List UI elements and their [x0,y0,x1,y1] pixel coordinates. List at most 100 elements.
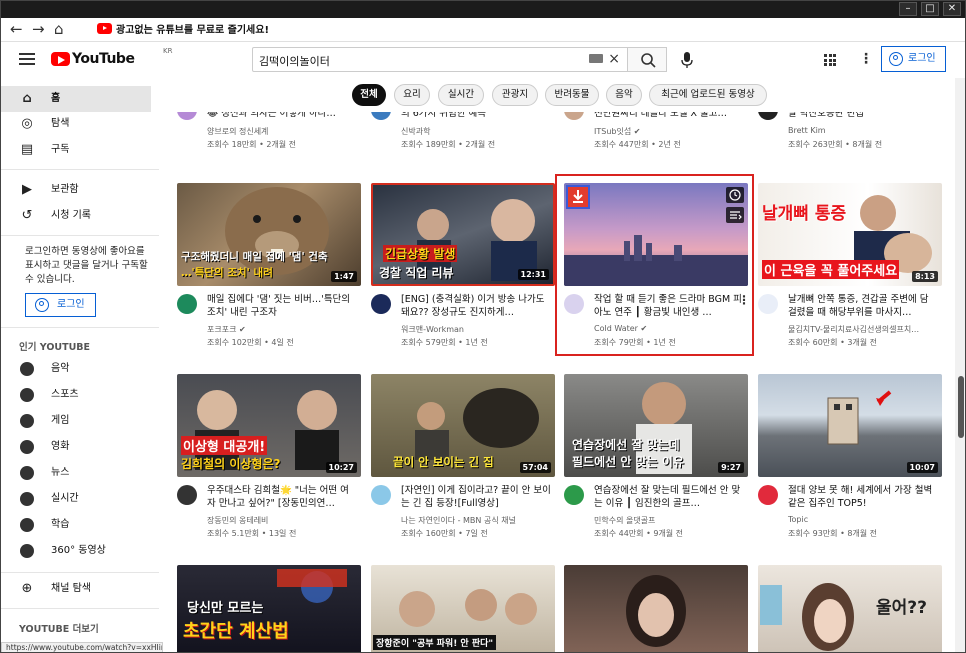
sidebar-item-sports[interactable]: 스포츠 [1,382,151,408]
minimize-button[interactable]: – [899,2,917,16]
channel-name[interactable]: 물김치TV-물리치료사김선생의셀프치… [788,324,919,335]
video-title[interactable]: 의 6가지 위험한 예측 [401,112,551,120]
sidebar-item-360[interactable]: 360° 동영상 [1,538,151,564]
chip-recently-uploaded[interactable]: 최근에 업로드된 동영상 [649,84,767,106]
video-thumbnail[interactable]: 이상형 대공개! 김희철의 이상형은? 10:27 [177,374,361,477]
channel-name[interactable]: 양브로의 정신세계 [207,126,268,137]
plus-circle-icon: ⊕ [21,581,33,596]
maximize-button[interactable]: □ [921,2,939,16]
channel-name[interactable]: 장동민의 옹테레비 [207,515,268,526]
video-thumbnail[interactable]: 긴급상황 발생 경찰 직업 리뷰 12:31 [371,183,555,286]
channel-name[interactable]: 나는 자연인이다 - MBN 공식 채널 [401,515,516,526]
clear-icon[interactable]: × [608,51,620,67]
thumbnail-caption: 이 근육을 꼭 풀어주세요 [762,260,900,279]
menu-icon[interactable] [19,53,35,65]
video-title[interactable]: 😂 정신과 의사는 어떻게 하나… [207,112,357,120]
channel-avatar[interactable] [177,112,197,120]
channel-name[interactable]: 포크포크 ✔ [207,324,246,335]
video-title[interactable]: 우주대스타 김희철🌟 "너는 어떤 여자 만나고 싶어?" [장동민의연… [207,484,357,510]
channel-name[interactable]: ITSub잇섭 ✔ [594,126,640,137]
video-title[interactable]: [자연인] 이게 집이라고? 끝이 안 보이는 긴 집 등장![Full영상] [401,484,551,510]
chip-music[interactable]: 음악 [606,84,642,106]
video-thumbnail[interactable]: 구조해줬더니 매일 집에 '댐' 건축 …'특단의 조치' 내려 1:47 [177,183,361,286]
channel-name[interactable]: 신박과학 [401,126,430,137]
channel-avatar[interactable] [371,112,391,120]
channel-avatar[interactable] [758,112,778,120]
woman-image [626,575,686,647]
compass-icon: ◎ [21,116,33,131]
channel-name[interactable]: 민학수의 올댓골프 [594,515,655,526]
sidebar-item-learning[interactable]: 학습 [1,512,151,538]
chip-live[interactable]: 실시간 [438,84,484,106]
video-meta: 조회수 44만회 • 9개월 전 [594,529,684,538]
channel-name[interactable]: Topic [788,515,808,524]
video-meta: 조회수 447만회 • 2년 전 [594,140,681,149]
video-title[interactable]: 절대 양보 못 해! 세계에서 가장 철벽같은 집주인 TOP5! [788,484,938,510]
video-title[interactable]: [ENG] (충격실화) 이거 방송 나가도 돼요?? 장성규도 진지하게… [401,293,551,319]
channel-avatar[interactable] [177,485,197,505]
channel-avatar[interactable] [371,485,391,505]
thumbnail-caption: 구조해줬더니 매일 집에 '댐' 건축 [181,251,328,263]
video-meta: 조회수 189만회 • 2개월 전 [401,140,496,149]
sidebar-item-library[interactable]: ▶ 보관함 [1,177,151,203]
sidebar-item-gaming[interactable]: 게임 [1,408,151,434]
video-title[interactable]: 날개뼈 안쪽 통증, 견갑골 주변에 담 걸렸을 때 해당부위를 마사지… [788,293,938,319]
home-icon[interactable]: ⌂ [54,21,64,37]
channel-avatar[interactable] [371,294,391,314]
video-thumbnail[interactable]: 끝이 안 보이는 긴 집 57:04 [371,374,555,477]
video-meta: 조회수 60만회 • 3개월 전 [788,338,878,347]
subscriptions-icon: ▤ [20,142,34,157]
sidebar-item-news[interactable]: 뉴스 [1,460,151,486]
scrollbar[interactable] [955,78,965,652]
video-thumbnail[interactable]: 연습장에선 잘 맞는데 필드에선 안 맞는 이유 9:27 [564,374,748,477]
chip-cooking[interactable]: 요리 [394,84,430,106]
search-button[interactable] [627,47,667,72]
sidebar-item-history[interactable]: ↺ 시청 기록 [1,203,151,229]
video-thumbnail[interactable]: 울어?? [758,565,942,652]
scrollbar-thumb[interactable] [958,376,964,438]
browse-channels-button[interactable]: ⊕ 채널 탐색 [1,576,151,602]
video-meta: 조회수 263만회 • 8개월 전 [788,140,883,149]
video-thumbnail[interactable] [564,565,748,652]
sidebar-item-label: 시청 기록 [51,210,91,221]
video-title[interactable]: 천만원짜리 테슬라 모델 X 줄고… [594,112,744,120]
video-thumbnail[interactable]: 날개뼈 통증 이 근육을 꼭 풀어주세요 8:13 [758,183,942,286]
sidebar-item-music[interactable]: 음악 [1,356,151,382]
video-thumbnail[interactable]: 장항준이 "공부 파워! 안 판다" [371,565,555,652]
chip-pets[interactable]: 반려동물 [545,84,599,106]
back-arrow-icon[interactable]: ← [10,21,23,37]
video-title[interactable]: 매일 집에다 '댐' 짓는 비버…'특단의 조치' 내린 구조자 [207,293,357,319]
search-input[interactable]: 김떡이의놀이터 × [252,47,628,72]
chip-tourist-spots[interactable]: 관광지 [492,84,538,106]
channel-avatar[interactable] [564,485,584,505]
music-icon [20,362,34,376]
close-window-button[interactable]: ✕ [943,2,961,16]
video-title[interactable]: 연습장에선 잘 맞는데 필드에선 안 맞는 이유 ┃ 임진한의 골프… [594,484,744,510]
sidebar-item-movies[interactable]: 영화 [1,434,151,460]
promo-tab[interactable]: 광고없는 유튜브를 무료로 즐기세요! [97,23,269,37]
chip-all[interactable]: 전체 [352,84,386,106]
channel-avatar[interactable] [177,294,197,314]
video-thumbnail[interactable]: 당신만 모르는 초간단 계산법 [177,565,361,652]
video-title[interactable]: 말 박찬호등판 편집 [788,112,938,120]
apps-grid-icon[interactable] [824,54,836,66]
sidebar-login-button[interactable]: 로그인 [25,293,96,317]
live-icon [20,492,34,506]
channel-avatar[interactable] [564,112,584,120]
more-vert-icon[interactable]: ⋮ [859,51,873,67]
channel-name[interactable]: Brett Kim [788,126,826,135]
channel-name[interactable]: 워크맨-Workman [401,324,464,335]
channel-avatar[interactable] [758,485,778,505]
sidebar-item-subscriptions[interactable]: ▤ 구독 [1,137,151,163]
search-icon [641,53,656,68]
keyboard-icon[interactable] [589,54,603,63]
video-thumbnail[interactable]: 10:07 [758,374,942,477]
forward-arrow-icon[interactable]: → [32,21,45,37]
sidebar-item-home[interactable]: ⌂ 홈 [1,86,151,112]
sidebar-item-explore[interactable]: ◎ 탐색 [1,111,151,137]
divider [1,169,159,170]
login-button[interactable]: 로그인 [881,46,946,72]
microphone-icon[interactable] [681,52,693,69]
sidebar-item-live[interactable]: 실시간 [1,486,151,512]
channel-avatar[interactable] [758,294,778,314]
